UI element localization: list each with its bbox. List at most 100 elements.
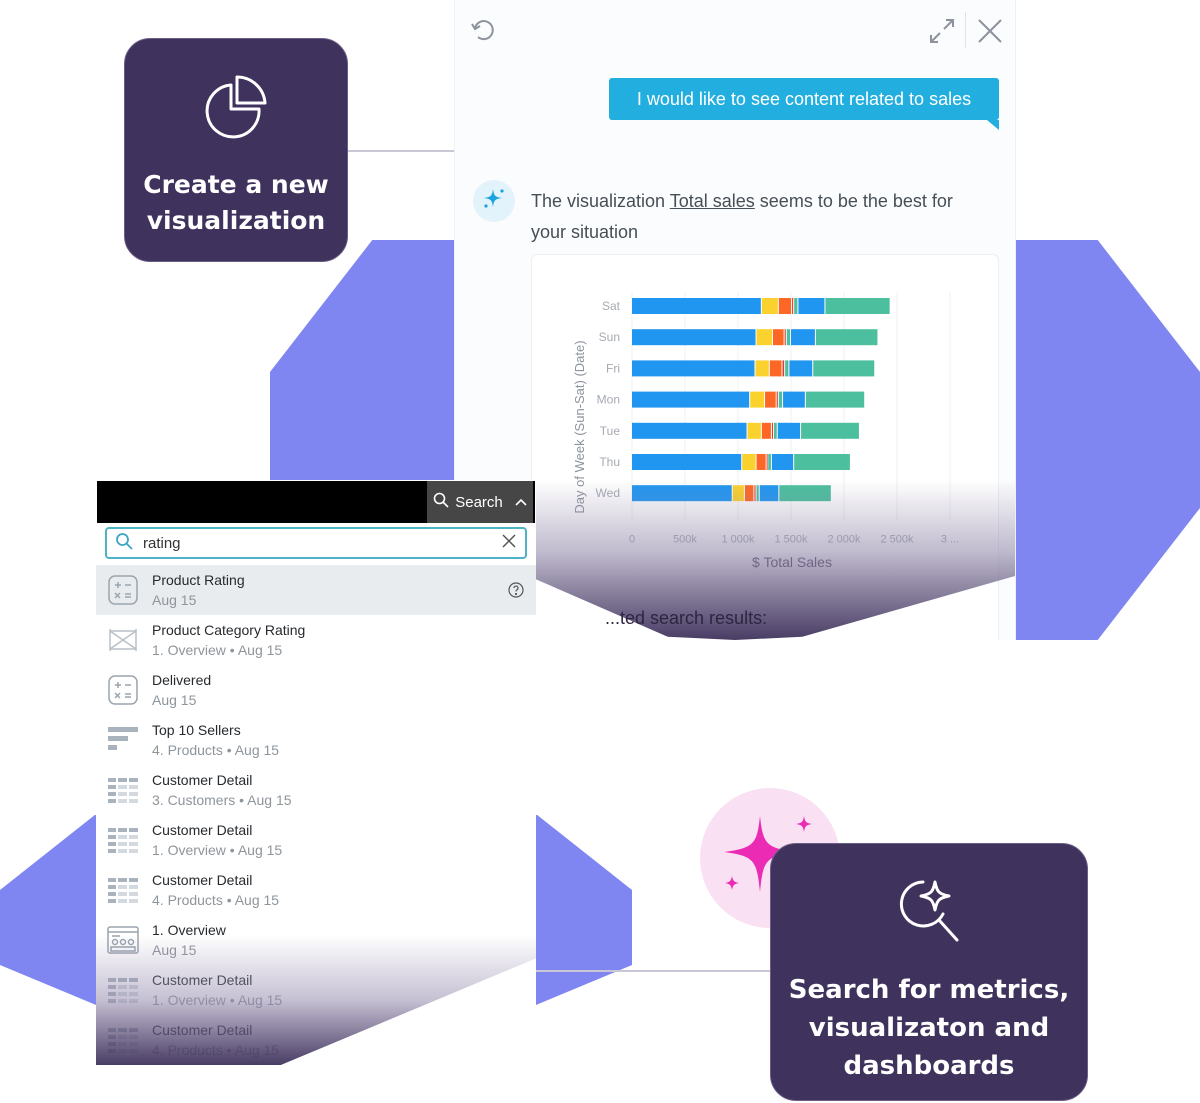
- search-result-item[interactable]: Customer Detail 1. Overview • Aug 15: [96, 815, 536, 865]
- bar-segment[interactable]: [768, 454, 771, 470]
- search-result-item[interactable]: Customer Detail 4. Products • Aug 15: [96, 865, 536, 915]
- search-result-item[interactable]: Delivered Aug 15: [96, 665, 536, 715]
- bar-segment[interactable]: [801, 422, 859, 439]
- search-result-item[interactable]: Product Rating Aug 15: [96, 565, 536, 615]
- connector-line-top: [348, 150, 458, 152]
- search-result-item[interactable]: Customer Detail 3. Customers • Aug 15: [96, 765, 536, 815]
- result-subtitle: 1. Overview • Aug 15: [152, 642, 283, 658]
- bar-segment[interactable]: [632, 298, 761, 314]
- bar-segment[interactable]: [765, 391, 776, 408]
- bar-segment[interactable]: [632, 329, 756, 346]
- bar-segment[interactable]: [791, 329, 815, 346]
- bar-segment[interactable]: [789, 360, 813, 377]
- bar-segment[interactable]: [778, 391, 783, 408]
- bar-segment[interactable]: [794, 298, 798, 314]
- search-panel: Search Product Rating Aug 15 Product Categ…: [96, 480, 536, 1065]
- chevron-up-icon: [515, 494, 527, 511]
- expand-icon[interactable]: [927, 16, 957, 51]
- related-results-label: ...ted search results:: [605, 608, 768, 628]
- bar-segment[interactable]: [761, 298, 778, 314]
- bar-segment[interactable]: [742, 454, 756, 470]
- search-result-item[interactable]: Product Category Rating 1. Overview • Aug…: [96, 615, 536, 665]
- ai-avatar: [473, 180, 515, 222]
- result-text: Top 10 Sellers 4. Products • Aug 15: [152, 720, 279, 760]
- result-title: Delivered: [152, 672, 212, 688]
- search-field[interactable]: [105, 527, 527, 559]
- bar-segment[interactable]: [778, 298, 792, 314]
- help-icon[interactable]: [508, 582, 524, 603]
- result-subtitle: 4. Products • Aug 15: [152, 742, 280, 758]
- total-sales-link[interactable]: Total sales: [670, 191, 755, 211]
- bar-segment[interactable]: [825, 298, 890, 314]
- result-title: Customer Detail: [152, 872, 253, 888]
- create-visualization-label: Create a new visualization: [143, 170, 329, 235]
- bar-segment[interactable]: [769, 360, 782, 377]
- search-icon: [433, 492, 449, 512]
- insight-unavailable-icon: [106, 623, 140, 657]
- y-tick-label: Mon: [597, 393, 620, 407]
- y-tick-label: Fri: [606, 361, 620, 375]
- bar-segment[interactable]: [785, 360, 789, 377]
- search-input[interactable]: [133, 534, 501, 552]
- bar-segment[interactable]: [794, 454, 850, 470]
- close-icon[interactable]: [975, 16, 1005, 51]
- pie-chart-icon: [201, 69, 271, 149]
- bar-segment[interactable]: [632, 454, 742, 470]
- result-text: Product Category Rating 1. Overview • Aug…: [152, 620, 305, 660]
- bar-segment[interactable]: [632, 422, 747, 439]
- bar-segment[interactable]: [792, 298, 794, 314]
- result-subtitle: Aug 15: [152, 692, 197, 708]
- result-text: Delivered Aug 15: [152, 670, 211, 710]
- refresh-icon[interactable]: [469, 16, 497, 49]
- ai-chat-panel: I would like to see content related to s…: [454, 0, 1016, 640]
- bar-segment[interactable]: [747, 422, 761, 439]
- bar-segment[interactable]: [798, 298, 825, 314]
- bar-segment[interactable]: [774, 422, 777, 439]
- search-sparkle-icon: [893, 874, 965, 957]
- bar-segment[interactable]: [805, 391, 865, 408]
- table-icon: [106, 873, 140, 907]
- bar-segment[interactable]: [756, 329, 772, 346]
- result-text: Product Rating Aug 15: [152, 570, 245, 610]
- ai-message: The visualization Total sales seems to b…: [531, 186, 991, 248]
- clear-search-icon[interactable]: [501, 533, 517, 554]
- bar-segment[interactable]: [756, 454, 766, 470]
- bar-segment[interactable]: [782, 360, 785, 377]
- create-visualization-card[interactable]: Create a new visualization: [124, 38, 348, 262]
- bar-segment[interactable]: [755, 360, 769, 377]
- bar-segment[interactable]: [786, 329, 790, 346]
- result-text: Customer Detail 1. Overview • Aug 15: [152, 820, 282, 860]
- y-tick-label: Sun: [599, 330, 620, 344]
- bar-segment[interactable]: [632, 391, 750, 408]
- metric-icon: [106, 573, 140, 607]
- bar-segment[interactable]: [771, 422, 774, 439]
- search-icon: [115, 532, 133, 555]
- result-text: Customer Detail 4. Products • Aug 15: [152, 870, 279, 910]
- bar-segment[interactable]: [772, 329, 784, 346]
- result-title: Customer Detail: [152, 772, 253, 788]
- user-message-text: I would like to see content related to s…: [636, 88, 972, 109]
- bar-segment[interactable]: [783, 391, 805, 408]
- result-title: Product Category Rating: [152, 622, 306, 638]
- bar-segment[interactable]: [632, 360, 755, 377]
- bar-segment[interactable]: [776, 391, 778, 408]
- result-title: Product Rating: [152, 572, 245, 588]
- sparkle-icon: [481, 186, 507, 217]
- bar-segment[interactable]: [815, 329, 878, 346]
- bar-segment[interactable]: [750, 391, 765, 408]
- ai-message-prefix: The visualization: [531, 191, 670, 211]
- bar-segment[interactable]: [784, 329, 786, 346]
- bar-segment[interactable]: [766, 454, 768, 470]
- bar-segment[interactable]: [771, 454, 794, 470]
- toolbar-divider: [965, 12, 966, 48]
- bar-segment[interactable]: [777, 422, 801, 439]
- user-message-bubble: I would like to see content related to s…: [609, 78, 999, 130]
- search-result-item[interactable]: Top 10 Sellers 4. Products • Aug 15: [96, 715, 536, 765]
- bar-segment[interactable]: [813, 360, 875, 377]
- search-metrics-card[interactable]: Search for metrics, visualizaton and das…: [770, 843, 1088, 1101]
- bar-segment[interactable]: [761, 422, 771, 439]
- table-icon: [106, 773, 140, 807]
- connector-line-bottom: [520, 970, 772, 972]
- search-toggle-button[interactable]: Search: [427, 481, 533, 523]
- result-subtitle: 4. Products • Aug 15: [152, 892, 280, 908]
